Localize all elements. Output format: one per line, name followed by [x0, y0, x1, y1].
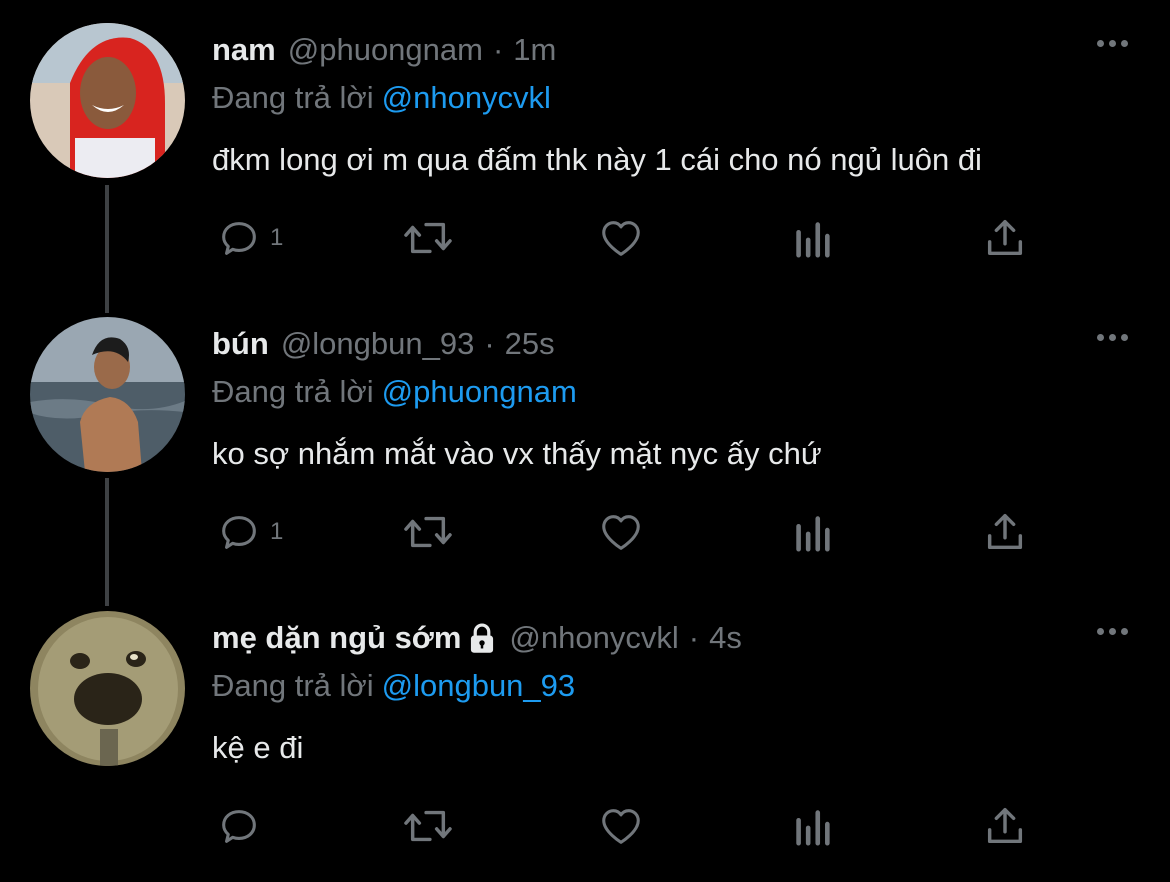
author-handle[interactable]: @nhonycvkl [509, 620, 678, 656]
share-icon [987, 807, 1023, 844]
analytics-icon [796, 810, 830, 846]
mention-link[interactable]: @phuongnam [382, 374, 577, 409]
tweet[interactable]: mẹ dặn ngủ sớm @nhonycvkl · 4s Đang trả … [0, 588, 1170, 882]
heart-icon [602, 515, 640, 550]
reply-button[interactable]: 1 [216, 215, 283, 261]
reply-count: 1 [270, 224, 284, 251]
heart-icon [602, 221, 640, 256]
author-name[interactable]: mẹ dặn ngủ sớm [212, 620, 461, 656]
reply-count: 1 [270, 518, 284, 545]
action-bar [212, 803, 1042, 857]
action-bar: 1 [212, 215, 1042, 269]
reply-icon [222, 222, 256, 255]
replying-prefix: Đang trả lời [212, 80, 374, 115]
retweet-icon [404, 516, 452, 548]
heart-icon [602, 809, 640, 844]
action-bar: 1 [212, 509, 1042, 563]
tweet-text: ko sợ nhắm mắt vào vx thấy mặt nyc ấy ch… [212, 436, 822, 471]
more-icon[interactable] [1097, 628, 1128, 635]
retweet-button[interactable] [402, 215, 454, 261]
share-icon [987, 219, 1023, 256]
separator-dot: · [492, 32, 504, 67]
retweet-button[interactable] [402, 509, 454, 555]
share-button[interactable] [982, 215, 1028, 261]
reply-button[interactable]: 1 [216, 509, 283, 555]
analytics-button[interactable] [792, 803, 832, 849]
mention-link[interactable]: @nhonycvkl [382, 80, 551, 115]
author-name[interactable]: nam [212, 32, 276, 68]
reply-button[interactable] [216, 803, 270, 849]
analytics-icon [796, 222, 830, 258]
share-icon [987, 513, 1023, 550]
tweet-text: đkm long ơi m qua đấm thk này 1 cái cho … [212, 142, 982, 177]
share-button[interactable] [982, 803, 1028, 849]
timestamp[interactable]: 25s [505, 326, 555, 362]
replying-to: Đang trả lời @nhonycvkl [212, 78, 1130, 118]
avatar[interactable] [30, 23, 185, 178]
separator-dot: · [484, 326, 495, 361]
author-handle[interactable]: @phuongnam [288, 32, 483, 68]
retweet-button[interactable] [402, 803, 454, 849]
reply-icon [222, 516, 256, 549]
more-icon[interactable] [1097, 334, 1128, 341]
tweet-text: kệ e đi [212, 730, 304, 765]
analytics-button[interactable] [792, 509, 832, 555]
mention-link[interactable]: @longbun_93 [382, 668, 576, 703]
avatar[interactable] [30, 317, 185, 472]
reply-icon [222, 810, 256, 843]
author-handle[interactable]: @longbun_93 [281, 326, 475, 362]
replying-prefix: Đang trả lời [212, 668, 374, 703]
separator-dot: · [688, 620, 700, 655]
timestamp[interactable]: 4s [709, 620, 742, 656]
replying-to: Đang trả lời @longbun_93 [212, 666, 1130, 706]
tweet[interactable]: nam @phuongnam · 1m Đang trả lời @nhonycv… [0, 0, 1170, 294]
like-button[interactable] [598, 509, 644, 555]
analytics-button[interactable] [792, 215, 832, 261]
replying-to: Đang trả lời @phuongnam [212, 372, 1130, 412]
more-icon[interactable] [1097, 40, 1128, 47]
replying-prefix: Đang trả lời [212, 374, 374, 409]
author-name[interactable]: bún [212, 326, 269, 362]
share-button[interactable] [982, 509, 1028, 555]
tweet[interactable]: bún @longbun_93 · 25s Đang trả lời @phuon… [0, 294, 1170, 588]
timestamp[interactable]: 1m [513, 32, 556, 68]
lock-icon [471, 623, 494, 653]
retweet-icon [404, 222, 452, 254]
like-button[interactable] [598, 215, 644, 261]
analytics-icon [796, 516, 830, 552]
avatar[interactable] [30, 611, 185, 766]
retweet-icon [404, 810, 452, 842]
like-button[interactable] [598, 803, 644, 849]
